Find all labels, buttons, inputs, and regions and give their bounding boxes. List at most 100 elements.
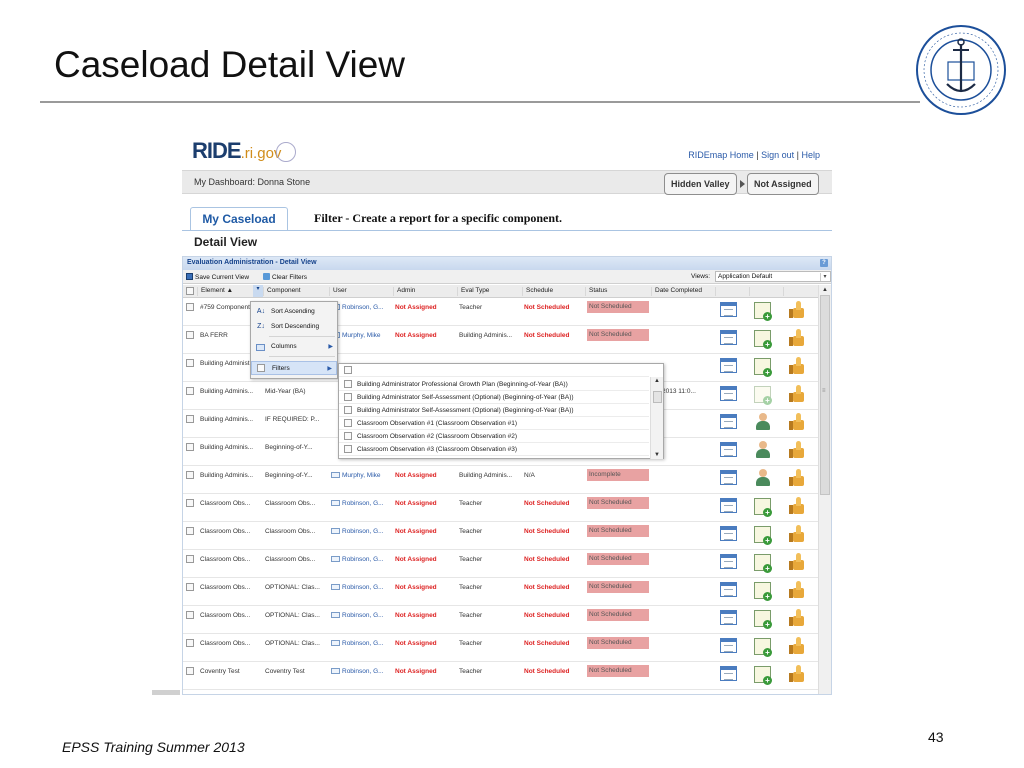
person-icon[interactable] — [755, 441, 771, 459]
form-icon[interactable] — [720, 302, 737, 317]
thumbs-up-icon[interactable] — [789, 609, 805, 627]
scrollbar-thumb[interactable] — [820, 295, 830, 495]
form-icon[interactable] — [720, 554, 737, 569]
thumbs-up-icon[interactable] — [789, 329, 805, 347]
row-checkbox[interactable] — [186, 331, 194, 339]
row-checkbox[interactable] — [186, 415, 194, 423]
column-header-component[interactable]: Component — [263, 287, 329, 296]
form-icon[interactable] — [720, 498, 737, 513]
row-checkbox[interactable] — [186, 527, 194, 535]
scroll-up-icon[interactable]: ▲ — [654, 378, 660, 384]
thumbs-up-icon[interactable] — [789, 637, 805, 655]
table-row[interactable]: Classroom Obs... OPTIONAL: Clas... Robinso… — [183, 606, 819, 634]
filter-option-checkbox[interactable] — [344, 406, 352, 414]
tab-my-caseload[interactable]: My Caseload — [190, 207, 288, 231]
menu-item-columns[interactable]: Columns ▶ — [251, 340, 337, 354]
calendar-add-icon[interactable] — [754, 386, 772, 405]
column-header-eval-type[interactable]: Eval Type — [457, 287, 522, 296]
filter-option[interactable]: Classroom Observation #2 (Classroom Obse… — [339, 430, 649, 443]
views-select[interactable]: Application Default ▾ — [715, 271, 831, 282]
calendar-add-icon[interactable] — [754, 358, 772, 377]
help-link[interactable]: Help — [801, 150, 820, 160]
calendar-add-icon[interactable] — [754, 330, 772, 349]
row-checkbox[interactable] — [186, 583, 194, 591]
row-checkbox[interactable] — [186, 359, 194, 367]
thumbs-up-icon[interactable] — [789, 469, 805, 487]
submenu-scrollbar-thumb[interactable] — [653, 391, 662, 403]
form-icon[interactable] — [720, 330, 737, 345]
filter-option-checkbox[interactable] — [344, 445, 352, 453]
form-icon[interactable] — [720, 442, 737, 457]
form-icon[interactable] — [720, 526, 737, 541]
thumbs-up-icon[interactable] — [789, 357, 805, 375]
thumbs-up-icon[interactable] — [789, 413, 805, 431]
table-row[interactable]: Building Adminis... Beginning-of-Y... Murp… — [183, 466, 819, 494]
form-icon[interactable] — [720, 610, 737, 625]
cell-user[interactable]: Robinson, G... — [331, 528, 391, 535]
thumbs-up-icon[interactable] — [789, 665, 805, 683]
cell-user[interactable]: Murphy, Mike — [331, 332, 391, 339]
filter-option-checkbox[interactable] — [344, 366, 352, 374]
calendar-add-icon[interactable] — [754, 526, 772, 545]
cell-user[interactable]: Robinson, G... — [331, 640, 391, 647]
help-icon[interactable]: ? — [820, 259, 828, 267]
menu-item-sort-ascending[interactable]: A↓ Sort Ascending — [251, 305, 337, 319]
person-icon[interactable] — [755, 469, 771, 487]
submenu-scrollbar[interactable]: ▲ ▼ — [650, 377, 663, 459]
hidden-valley-button[interactable]: Hidden Valley — [664, 173, 737, 195]
calendar-add-icon[interactable] — [754, 582, 772, 601]
row-checkbox[interactable] — [186, 667, 194, 675]
calendar-add-icon[interactable] — [754, 302, 772, 321]
save-view-button[interactable]: Save Current View — [186, 273, 249, 281]
filter-option-checkbox[interactable] — [344, 380, 352, 388]
menu-item-filters[interactable]: Filters ▶ — [251, 361, 337, 375]
form-icon[interactable] — [720, 470, 737, 485]
form-icon[interactable] — [720, 386, 737, 401]
row-checkbox[interactable] — [186, 303, 194, 311]
calendar-add-icon[interactable] — [754, 666, 772, 685]
form-icon[interactable] — [720, 666, 737, 681]
column-header-status[interactable]: Status — [585, 287, 651, 296]
cell-user[interactable]: Robinson, G... — [331, 612, 391, 619]
filter-option[interactable]: Classroom Observation #3 (Classroom Obse… — [339, 443, 649, 456]
row-checkbox[interactable] — [186, 639, 194, 647]
cell-user[interactable]: Robinson, G... — [331, 304, 391, 311]
cell-user[interactable]: Robinson, G... — [331, 584, 391, 591]
clear-filters-button[interactable]: Clear Filters — [263, 273, 307, 281]
cell-user[interactable]: Murphy, Mike — [331, 472, 391, 479]
column-header-date-completed[interactable]: Date Completed — [651, 287, 715, 296]
column-header-user[interactable]: User — [329, 287, 393, 296]
thumbs-up-icon[interactable] — [789, 441, 805, 459]
calendar-add-icon[interactable] — [754, 610, 772, 629]
table-row[interactable]: Classroom Obs... OPTIONAL: Clas... Robinso… — [183, 634, 819, 662]
thumbs-up-icon[interactable] — [789, 553, 805, 571]
cell-user[interactable]: Robinson, G... — [331, 556, 391, 563]
filter-option[interactable]: Classroom Observation #1 (Classroom Obse… — [339, 417, 649, 430]
ridemap-home-link[interactable]: RIDEmap Home — [688, 150, 754, 160]
filter-option[interactable] — [339, 364, 649, 377]
filter-option-checkbox[interactable] — [344, 419, 352, 427]
table-row[interactable]: Classroom Obs... Classroom Obs... Robinson… — [183, 550, 819, 578]
column-header-schedule[interactable]: Schedule — [522, 287, 585, 296]
calendar-add-icon[interactable] — [754, 554, 772, 573]
scroll-up-icon[interactable]: ▲ — [822, 287, 828, 293]
thumbs-up-icon[interactable] — [789, 525, 805, 543]
table-row[interactable]: Classroom Obs... Classroom Obs... Robinson… — [183, 494, 819, 522]
chevron-down-icon[interactable]: ▾ — [820, 273, 829, 281]
form-icon[interactable] — [720, 582, 737, 597]
not-assigned-button[interactable]: Not Assigned — [747, 173, 819, 195]
filter-option-checkbox[interactable] — [344, 432, 352, 440]
scroll-down-icon[interactable]: ▼ — [654, 452, 660, 458]
filter-option-checkbox[interactable] — [344, 393, 352, 401]
table-row[interactable]: Classroom Obs... OPTIONAL: Clas... Robinso… — [183, 578, 819, 606]
column-menu-trigger-icon[interactable]: ▾ — [253, 285, 263, 297]
column-header-admin[interactable]: Admin — [393, 287, 457, 296]
filter-option[interactable]: Building Administrator Self-Assessment (… — [339, 391, 649, 404]
row-checkbox[interactable] — [186, 555, 194, 563]
table-row[interactable]: Classroom Obs... Classroom Obs... Robinson… — [183, 522, 819, 550]
select-all-checkbox[interactable] — [186, 287, 194, 295]
row-checkbox[interactable] — [186, 499, 194, 507]
vertical-scrollbar[interactable]: ▲ ≡ — [818, 285, 831, 694]
cell-user[interactable]: Robinson, G... — [331, 500, 391, 507]
form-icon[interactable] — [720, 414, 737, 429]
